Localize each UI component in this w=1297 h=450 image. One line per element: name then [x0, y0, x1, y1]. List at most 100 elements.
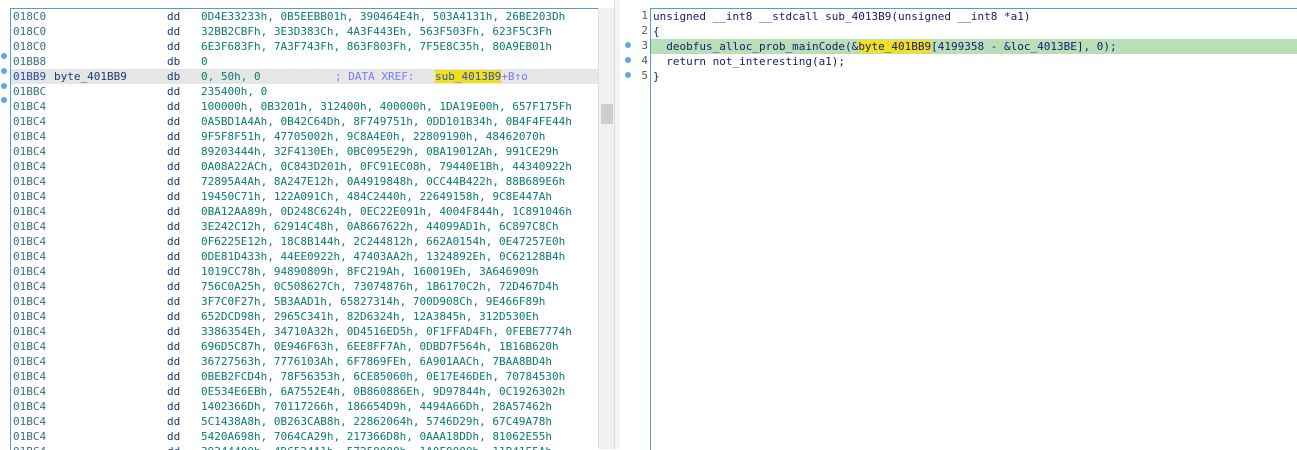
- operands[interactable]: 0D4E33233h, 0B5EEBB01h, 390464E4h, 503A4…: [201, 9, 565, 24]
- disasm-row[interactable]: 01BC4 dd 72895A4Ah, 8A247E12h, 0A4919848h,…: [11, 174, 599, 189]
- operands[interactable]: 1402366Dh, 70117266h, 186654D9h, 4494A66…: [201, 399, 552, 414]
- disasm-row[interactable]: 01BC4 dd 0F6225E12h, 18C8B144h, 2C244812h,…: [11, 234, 599, 249]
- pseudocode-view[interactable]: 1 2 3 4 5 unsigned __int8 __stdcall sub_…: [620, 0, 1297, 450]
- disasm-row[interactable]: 01BC4 dd 0DE81D433h, 44EE0922h, 47403AA2h,…: [11, 249, 599, 264]
- operands[interactable]: 19450C71h, 122A091Ch, 484C2440h, 2264915…: [201, 189, 552, 204]
- address[interactable]: 01BC4: [13, 384, 46, 399]
- operands[interactable]: 0, 50h, 0: [201, 69, 261, 84]
- address[interactable]: 01BC4: [13, 414, 46, 429]
- disasm-row[interactable]: 01BC4 dd 9F5F8F51h, 47705002h, 9C8A4E0h, 2…: [11, 129, 599, 144]
- address[interactable]: 01BC4: [13, 369, 46, 384]
- operands[interactable]: 1019CC78h, 94890809h, 8FC219Ah, 160019Eh…: [201, 264, 539, 279]
- disasm-row[interactable]: 01BB8 db 0: [11, 54, 599, 69]
- operands[interactable]: 3F7C0F27h, 5B3AAD1h, 65827314h, 700D908C…: [201, 294, 545, 309]
- address[interactable]: 018C0: [13, 9, 46, 24]
- disasm-row[interactable]: 01BC4 dd 0E534E6EBh, 6A7552E4h, 0B860886Eh…: [11, 384, 599, 399]
- scrollbar-thumb[interactable]: [601, 104, 613, 124]
- operands[interactable]: 0F6225E12h, 18C8B144h, 2C244812h, 662A01…: [201, 234, 565, 249]
- disasm-row[interactable]: 01BB9 byte_401BB9 db 0, 50h, 0 ; DATA XREF: s…: [11, 69, 599, 84]
- disasm-row[interactable]: 018C0 dd 6E3F683Fh, 7A3F743Fh, 863F803Fh, …: [11, 39, 599, 54]
- address[interactable]: 01BC4: [13, 159, 46, 174]
- operands[interactable]: 32BB2CBFh, 3E3D383Ch, 4A3F443Eh, 563F503…: [201, 24, 552, 39]
- disassembly-scrollbar[interactable]: [598, 8, 615, 449]
- operands[interactable]: 100000h, 0B3201h, 312400h, 400000h, 1DA1…: [201, 99, 572, 114]
- address[interactable]: 01BC4: [13, 189, 46, 204]
- operands[interactable]: 89203444h, 32F4130Eh, 0BC095E29h, 0BA190…: [201, 144, 559, 159]
- operands[interactable]: 0A08A22ACh, 0C843D201h, 0FC91EC08h, 7944…: [201, 159, 572, 174]
- operands[interactable]: 5420A698h, 7064CA29h, 217366D8h, 0AAA18D…: [201, 429, 552, 444]
- operands[interactable]: 756C0A25h, 0C508627Ch, 73074876h, 1B6170…: [201, 279, 559, 294]
- disasm-row[interactable]: 01BC4 dd 0A5BD1A4Ah, 0B42C64Dh, 8F749751h,…: [11, 114, 599, 129]
- address[interactable]: 01BC4: [13, 234, 46, 249]
- operands[interactable]: 6E3F683Fh, 7A3F743Fh, 863F803Fh, 7F5E8C3…: [201, 39, 552, 54]
- code-line[interactable]: unsigned __int8 __stdcall sub_4013B9(uns…: [651, 9, 1297, 24]
- address[interactable]: 01BC4: [13, 204, 46, 219]
- disasm-row[interactable]: 01BC4 dd 0BA12AA89h, 0D248C624h, 0EC22E091…: [11, 204, 599, 219]
- operands[interactable]: 9F5F8F51h, 47705002h, 9C8A4E0h, 22809190…: [201, 129, 545, 144]
- disasm-row[interactable]: 01BC4 dd 36727563h, 7776103Ah, 6F7869FEh, …: [11, 354, 599, 369]
- operands[interactable]: 696D5C87h, 0E946F63h, 6EE8FF7Ah, 0DBD7F5…: [201, 339, 559, 354]
- breakpoint-dot-icon[interactable]: [625, 57, 631, 63]
- return-statement[interactable]: return not_interesting(a1);: [653, 55, 845, 68]
- address[interactable]: 01BC4: [13, 354, 46, 369]
- disasm-row[interactable]: 01BC4 dd 89203444h, 32F4130Eh, 0BC095E29h,…: [11, 144, 599, 159]
- disasm-row[interactable]: 01BC4 dd 5C1438A8h, 0B263CAB8h, 22862064h,…: [11, 414, 599, 429]
- code-line[interactable]: {: [651, 24, 1297, 39]
- address[interactable]: 01BC4: [13, 174, 46, 189]
- address[interactable]: 01BC4: [13, 399, 46, 414]
- highlighted-identifier[interactable]: byte_401BB9: [858, 40, 932, 53]
- operands[interactable]: 0BA12AA89h, 0D248C624h, 0EC22E091h, 4004…: [201, 204, 572, 219]
- breakpoint-dot-icon[interactable]: [625, 42, 631, 48]
- disasm-row[interactable]: 01BC4 dd 3F7C0F27h, 5B3AAD1h, 65827314h, 7…: [11, 294, 599, 309]
- operands[interactable]: 36727563h, 7776103Ah, 6F7869FEh, 6A901AA…: [201, 354, 552, 369]
- address[interactable]: 01BC4: [13, 309, 46, 324]
- disasm-row[interactable]: 01BC4 dd 652DCD98h, 2965C341h, 82D6324h, 1…: [11, 309, 599, 324]
- address[interactable]: 018C0: [13, 39, 46, 54]
- operands[interactable]: 39344400h, 4DC524A1h, 57250000h, 1A0F000…: [201, 444, 552, 450]
- disassembly-view[interactable]: 018C0 dd 0D4E33233h, 0B5EEBB01h, 390464E4h…: [0, 0, 615, 450]
- disasm-row[interactable]: 018C0 dd 0D4E33233h, 0B5EEBB01h, 390464E4h…: [11, 9, 599, 24]
- disasm-row[interactable]: 01BC4 dd 0A08A22ACh, 0C843D201h, 0FC91EC08…: [11, 159, 599, 174]
- operands[interactable]: 0DE81D433h, 44EE0922h, 47403AA2h, 132489…: [201, 249, 565, 264]
- operands[interactable]: 0A5BD1A4Ah, 0B42C64Dh, 8F749751h, 0DD101…: [201, 114, 572, 129]
- data-label[interactable]: byte_401BB9: [54, 69, 127, 84]
- disasm-row[interactable]: 01BC4 dd 19450C71h, 122A091Ch, 484C2440h, …: [11, 189, 599, 204]
- breakpoint-dot-icon[interactable]: [1, 68, 7, 74]
- operands[interactable]: 0E534E6EBh, 6A7552E4h, 0B860886Eh, 9D978…: [201, 384, 565, 399]
- address[interactable]: 01BC4: [13, 114, 46, 129]
- address[interactable]: 01BC4: [13, 294, 46, 309]
- breakpoint-dot-icon[interactable]: [625, 72, 631, 78]
- address[interactable]: 01BBC: [13, 84, 46, 99]
- operands[interactable]: 652DCD98h, 2965C341h, 82D6324h, 12A3845h…: [201, 309, 539, 324]
- disasm-row[interactable]: 01BC4 dd 756C0A25h, 0C508627Ch, 73074876h,…: [11, 279, 599, 294]
- disasm-row[interactable]: 018C0 dd 32BB2CBFh, 3E3D383Ch, 4A3F443Eh, …: [11, 24, 599, 39]
- code-line-highlighted[interactable]: deobfus_alloc_prob_mainCode(&byte_401BB9…: [651, 39, 1297, 54]
- disasm-row[interactable]: 01BC4 dd 1402366Dh, 70117266h, 186654D9h, …: [11, 399, 599, 414]
- breakpoint-dot-icon[interactable]: [1, 83, 7, 89]
- address[interactable]: 01BC4: [13, 264, 46, 279]
- breakpoint-dot-icon[interactable]: [1, 53, 7, 59]
- disasm-row[interactable]: 01BC4 dd 696D5C87h, 0E946F63h, 6EE8FF7Ah, …: [11, 339, 599, 354]
- disassembly-listing[interactable]: 018C0 dd 0D4E33233h, 0B5EEBB01h, 390464E4h…: [10, 8, 599, 450]
- address[interactable]: 01BC4: [13, 279, 46, 294]
- address[interactable]: 01BC4: [13, 324, 46, 339]
- operands[interactable]: 0BEB2FCD4h, 78F56353h, 6CE85060h, 0E17E4…: [201, 369, 565, 384]
- code-line[interactable]: return not_interesting(a1);: [651, 54, 1297, 69]
- disasm-row[interactable]: 01BC4 dd 100000h, 0B3201h, 312400h, 400000…: [11, 99, 599, 114]
- operands[interactable]: 3E242C12h, 62914C48h, 0A8667622h, 44099A…: [201, 219, 559, 234]
- address[interactable]: 01BC4: [13, 219, 46, 234]
- operands[interactable]: 0: [201, 54, 208, 69]
- address[interactable]: 01BC4: [13, 249, 46, 264]
- function-signature[interactable]: unsigned __int8 __stdcall sub_4013B9(uns…: [653, 10, 1031, 23]
- address[interactable]: 01BB9: [13, 69, 46, 84]
- address[interactable]: 01BC4: [13, 429, 46, 444]
- operands[interactable]: 3386354Eh, 34710A32h, 0D4516ED5h, 0F1FFA…: [201, 324, 572, 339]
- operands[interactable]: 235400h, 0: [201, 84, 267, 99]
- address[interactable]: 01BC4: [13, 129, 46, 144]
- address[interactable]: 018C0: [13, 24, 46, 39]
- breakpoint-dot-icon[interactable]: [1, 97, 7, 103]
- operands[interactable]: 72895A4Ah, 8A247E12h, 0A4919848h, 0CC44B…: [201, 174, 565, 189]
- address[interactable]: 01BC4: [13, 99, 46, 114]
- xref-link[interactable]: sub_4013B9: [435, 70, 502, 83]
- disasm-row[interactable]: 01BC4 dd 3386354Eh, 34710A32h, 0D4516ED5h,…: [11, 324, 599, 339]
